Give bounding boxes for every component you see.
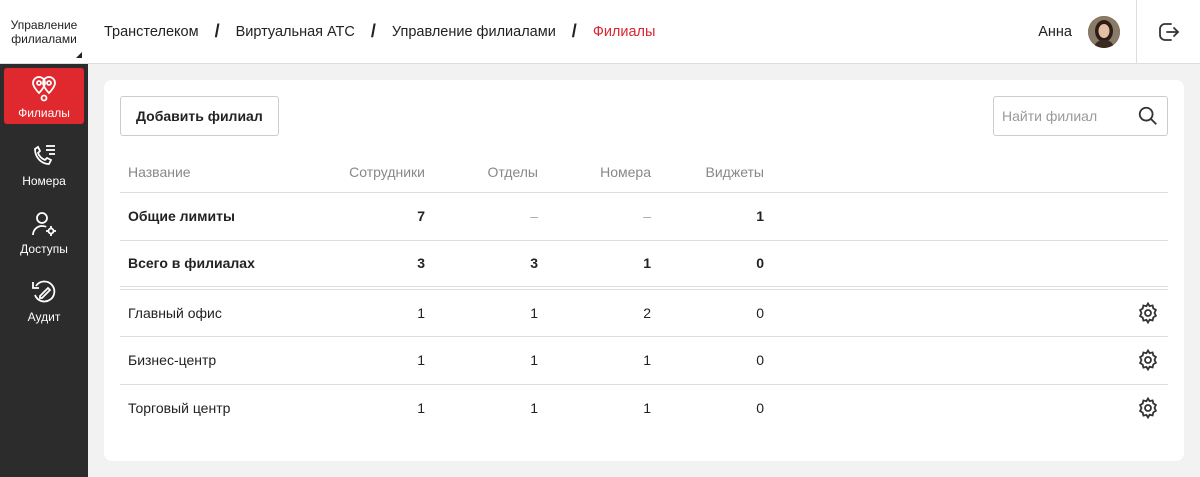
topbar: Транстелеком / Виртуальная АТС / Управле… <box>88 0 1200 64</box>
breadcrumb-item[interactable]: Виртуальная АТС <box>236 24 355 40</box>
cell-name: Общие лимиты <box>120 192 345 241</box>
search-box[interactable] <box>993 96 1168 136</box>
phone-list-icon <box>34 144 55 165</box>
cell-employees: 7 <box>345 192 425 241</box>
sidebar-item-label: Филиалы <box>18 105 70 120</box>
map-pins-icon <box>32 75 56 101</box>
branches-panel: Добавить филиал Название Сотрудники Отде… <box>104 80 1184 461</box>
column-header: Отделы <box>425 152 538 193</box>
cell-widgets: 1 <box>651 192 764 241</box>
cell-numbers: 1 <box>538 336 651 385</box>
sidebar-item-label: Доступы <box>20 241 68 256</box>
summary-row: Общие лимиты 7 – – 1 <box>120 192 1168 241</box>
cell-employees: 1 <box>345 288 425 337</box>
cell-numbers: 1 <box>538 240 651 290</box>
cell-widgets: 0 <box>651 240 764 290</box>
search-input[interactable] <box>1002 108 1137 124</box>
breadcrumb-item[interactable]: Транстелеком <box>104 24 199 40</box>
logout-icon <box>1158 23 1179 41</box>
user-name: Анна <box>1038 23 1072 40</box>
column-header: Номера <box>538 152 651 193</box>
avatar[interactable] <box>1088 15 1120 48</box>
sidebar-item-branches[interactable]: Филиалы <box>4 68 84 124</box>
cell-widgets: 0 <box>756 400 764 417</box>
column-header: Виджеты <box>651 152 764 193</box>
cell-departments: – <box>530 208 538 224</box>
settings-gear-icon[interactable] <box>1136 396 1160 420</box>
column-header: Название <box>120 152 345 193</box>
cell-departments: 3 <box>425 240 538 290</box>
cell-name: Бизнес-центр <box>120 336 345 385</box>
add-branch-button[interactable]: Добавить филиал <box>120 96 279 136</box>
sidebar: Управление филиалами Филиалы Номера Дост… <box>0 0 88 477</box>
toolbar: Добавить филиал <box>120 96 1168 136</box>
summary-row: Всего в филиалах 3 3 1 0 <box>120 240 1168 290</box>
breadcrumb-separator: / <box>571 21 577 41</box>
logout-button[interactable] <box>1136 0 1200 64</box>
column-header-actions <box>764 152 1168 193</box>
cell-numbers: – <box>643 208 651 224</box>
cell-departments: 1 <box>530 400 538 417</box>
user-gear-icon <box>32 211 56 236</box>
sidebar-item-label: Аудит <box>27 309 61 324</box>
main-area: Транстелеком / Виртуальная АТС / Управле… <box>88 0 1200 477</box>
user-menu[interactable]: Анна <box>1038 15 1120 48</box>
cell-name: Всего в филиалах <box>120 240 345 290</box>
cell-widgets: 0 <box>651 288 764 337</box>
settings-gear-icon[interactable] <box>1136 348 1160 372</box>
cell-numbers: 1 <box>643 400 651 417</box>
column-header: Сотрудники <box>345 152 425 193</box>
corner-triangle-icon <box>76 52 82 58</box>
avatar-image <box>1088 15 1120 48</box>
app-switcher[interactable]: Управление филиалами <box>0 0 88 64</box>
cell-widgets: 0 <box>651 336 764 385</box>
search-icon[interactable] <box>1137 105 1159 127</box>
table-row[interactable]: Главный офис 1 1 2 0 <box>120 288 1168 337</box>
branches-table: Название Сотрудники Отделы Номера Виджет… <box>120 152 1168 432</box>
cell-numbers: 2 <box>538 288 651 337</box>
audit-icon <box>32 280 56 302</box>
cell-employees: 1 <box>417 400 425 417</box>
breadcrumb-item[interactable]: Управление филиалами <box>392 24 556 40</box>
cell-name: Торговый центр <box>128 400 231 417</box>
breadcrumb-current: Филиалы <box>592 23 656 40</box>
sidebar-item-audit[interactable]: Аудит <box>4 272 84 328</box>
table-row[interactable]: Торговый центр 1 1 1 0 <box>120 384 1168 432</box>
cell-name: Главный офис <box>120 288 345 337</box>
settings-gear-icon[interactable] <box>1136 301 1160 325</box>
breadcrumb-separator: / <box>370 21 376 41</box>
breadcrumb: Транстелеком / Виртуальная АТС / Управле… <box>104 21 655 42</box>
cell-departments: 1 <box>425 288 538 337</box>
app: Управление филиалами Филиалы Номера Дост… <box>0 0 1200 477</box>
brand-label: Управление филиалами <box>10 17 78 46</box>
cell-employees: 1 <box>345 336 425 385</box>
sidebar-item-access[interactable]: Доступы <box>4 204 84 260</box>
breadcrumb-separator: / <box>214 21 220 41</box>
table-row[interactable]: Бизнес-центр 1 1 1 0 <box>120 336 1168 385</box>
cell-departments: 1 <box>425 336 538 385</box>
table-header: Название Сотрудники Отделы Номера Виджет… <box>120 152 1168 193</box>
sidebar-item-label: Номера <box>22 173 66 188</box>
cell-employees: 3 <box>345 240 425 290</box>
sidebar-item-numbers[interactable]: Номера <box>4 136 84 192</box>
